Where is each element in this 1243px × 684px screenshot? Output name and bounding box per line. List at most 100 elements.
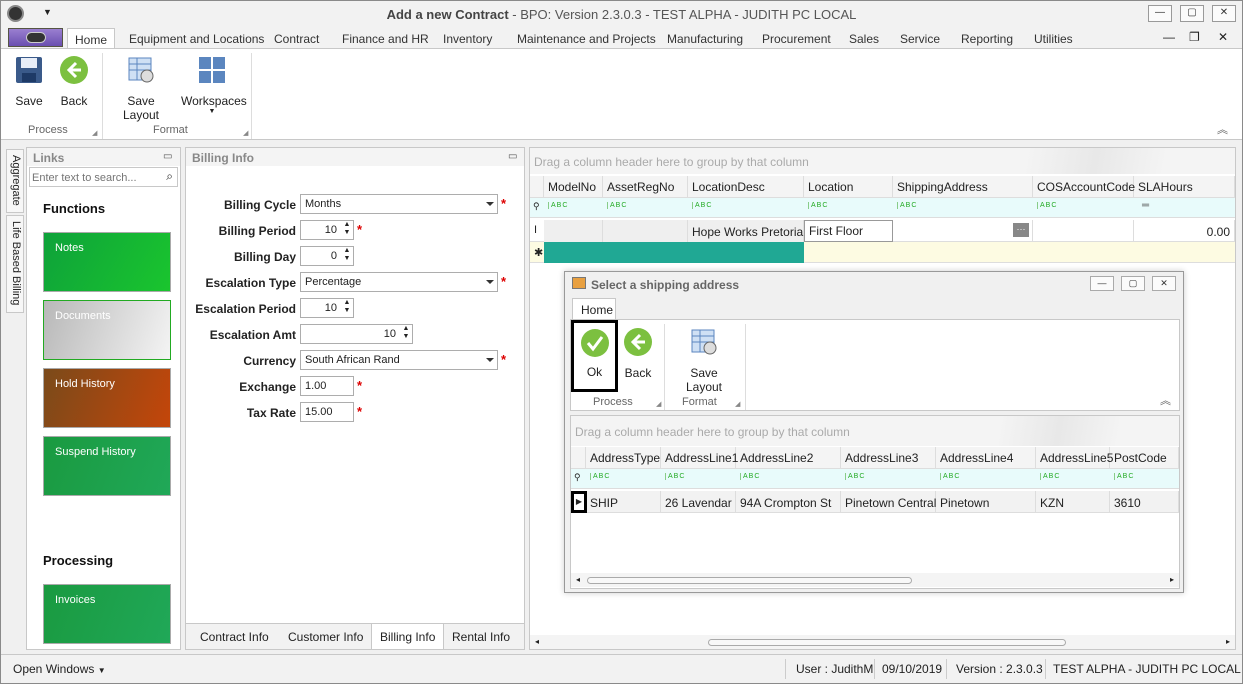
collapse-ribbon-icon[interactable]: ︽ bbox=[1217, 121, 1228, 137]
save-button[interactable]: Save bbox=[13, 55, 45, 108]
dialog-close-button[interactable]: ✕ bbox=[1152, 276, 1176, 291]
currency-select[interactable]: South African Rand bbox=[300, 350, 498, 370]
grid-cell[interactable]: Pinetown Central bbox=[841, 491, 936, 513]
tab-inventory[interactable]: Inventory bbox=[443, 32, 492, 46]
table-row[interactable]: I Hope Works Pretoria First Floor ··· 0.… bbox=[530, 220, 1235, 242]
invoices-tile[interactable]: Invoices bbox=[43, 584, 171, 644]
hold-history-tile[interactable]: Hold History bbox=[43, 368, 171, 428]
scroll-thumb[interactable] bbox=[587, 577, 912, 584]
dialog-minimize-button[interactable]: — bbox=[1090, 276, 1114, 291]
column-header[interactable]: AddressLine1 bbox=[661, 447, 738, 469]
grid-cell[interactable]: KZN bbox=[1036, 491, 1110, 513]
scroll-right-icon[interactable]: ▸ bbox=[1226, 637, 1230, 646]
column-header[interactable]: AssetRegNo bbox=[603, 176, 688, 198]
spinner-arrows-icon[interactable]: ▲ ▼ bbox=[341, 221, 353, 239]
dialog-horizontal-scrollbar[interactable]: ◂ ▸ bbox=[571, 573, 1179, 587]
billing-day-spinner[interactable]: 0 ▲ ▼ bbox=[300, 246, 354, 266]
tab-finance-and-hr[interactable]: Finance and HR bbox=[342, 32, 429, 46]
tab-home[interactable]: Home bbox=[67, 28, 116, 50]
grid-cell[interactable]: First Floor bbox=[804, 220, 893, 242]
dialog-group-panel[interactable]: Drag a column header here to group by th… bbox=[571, 416, 1179, 446]
aggregate-tab[interactable]: Aggregate bbox=[6, 149, 24, 213]
grid-cell[interactable]: 0.00 bbox=[1134, 220, 1235, 242]
tab-billing-info[interactable]: Billing Info bbox=[371, 624, 445, 650]
filter-abc-icon[interactable]: ABC bbox=[590, 473, 610, 480]
mdi-close-icon[interactable]: ✕ bbox=[1218, 30, 1228, 44]
dialog-back-button[interactable]: Back bbox=[622, 327, 654, 380]
pin-icon[interactable]: ▭ bbox=[163, 151, 172, 162]
escalation-type-select[interactable]: Percentage bbox=[300, 272, 498, 292]
app-menu-button[interactable] bbox=[8, 28, 63, 47]
filter-abc-icon[interactable]: ABC bbox=[548, 202, 568, 209]
dialog-launcher-icon[interactable]: ◢ bbox=[656, 400, 661, 408]
spinner-arrows-icon[interactable]: ▲ ▼ bbox=[341, 299, 353, 317]
workspaces-button[interactable]: Workspaces ▼ bbox=[181, 55, 247, 115]
filter-abc-icon[interactable]: ABC bbox=[1114, 473, 1134, 480]
dialog-tab-home[interactable]: Home bbox=[572, 298, 616, 320]
column-header[interactable]: SLAHours bbox=[1134, 176, 1235, 198]
tab-maintenance-and-projects[interactable]: Maintenance and Projects bbox=[517, 32, 656, 46]
maximize-button[interactable]: ▢ bbox=[1180, 5, 1204, 22]
save-layout-button[interactable]: Save Layout bbox=[108, 55, 174, 122]
documents-tile[interactable]: Documents bbox=[43, 300, 171, 360]
mdi-minimize-icon[interactable]: — bbox=[1163, 30, 1175, 44]
column-header[interactable]: AddressType bbox=[586, 447, 661, 469]
filter-abc-icon[interactable]: ABC bbox=[740, 473, 760, 480]
tab-equipment-and-locations[interactable]: Equipment and Locations bbox=[129, 32, 264, 46]
tab-reporting[interactable]: Reporting bbox=[961, 32, 1013, 46]
dialog-launcher-icon[interactable]: ◢ bbox=[243, 129, 248, 137]
billing-cycle-select[interactable]: Months bbox=[300, 194, 498, 214]
column-header[interactable]: AddressLine2 bbox=[736, 447, 841, 469]
exchange-input[interactable]: 1.00 bbox=[300, 376, 354, 396]
filter-abc-icon[interactable]: ABC bbox=[665, 473, 685, 480]
filter-abc-icon[interactable]: ABC bbox=[940, 473, 960, 480]
notes-tile[interactable]: Notes bbox=[43, 232, 171, 292]
new-item-row[interactable]: ✱ bbox=[530, 242, 1235, 263]
filter-abc-icon[interactable]: ABC bbox=[1037, 202, 1057, 209]
column-header[interactable]: ModelNo bbox=[544, 176, 603, 198]
column-header[interactable]: AddressLine4 bbox=[936, 447, 1036, 469]
escalation-period-spinner[interactable]: 10 ▲ ▼ bbox=[300, 298, 354, 318]
tab-service[interactable]: Service bbox=[900, 32, 940, 46]
filter-equals-icon[interactable]: ═ bbox=[1142, 200, 1149, 211]
spinner-arrows-icon[interactable]: ▲ ▼ bbox=[400, 325, 412, 343]
column-header[interactable]: AddressLine5 bbox=[1036, 447, 1113, 469]
tab-contract[interactable]: Contract bbox=[274, 32, 319, 46]
dialog-launcher-icon[interactable]: ◢ bbox=[735, 400, 740, 408]
collapse-ribbon-icon[interactable]: ︽ bbox=[1160, 392, 1171, 408]
filter-abc-icon[interactable]: ABC bbox=[845, 473, 865, 480]
column-header[interactable]: Location bbox=[804, 176, 893, 198]
horizontal-scrollbar[interactable]: ◂ ▸ bbox=[530, 635, 1235, 649]
filter-abc-icon[interactable]: ABC bbox=[1040, 473, 1060, 480]
tab-sales[interactable]: Sales bbox=[849, 32, 879, 46]
filter-abc-icon[interactable]: ABC bbox=[607, 202, 627, 209]
search-icon[interactable]: ⌕ bbox=[166, 169, 173, 184]
suspend-history-tile[interactable]: Suspend History bbox=[43, 436, 171, 496]
dialog-launcher-icon[interactable]: ◢ bbox=[92, 129, 97, 137]
column-header[interactable]: PostCode bbox=[1110, 447, 1179, 469]
column-header[interactable]: LocationDesc bbox=[688, 176, 804, 198]
ok-button[interactable]: Ok bbox=[571, 320, 618, 392]
close-button[interactable]: ✕ bbox=[1212, 5, 1236, 22]
column-header[interactable]: ShippingAddress bbox=[893, 176, 1033, 198]
pin-icon[interactable]: ▭ bbox=[508, 151, 517, 162]
grid-cell[interactable]: 94A Crompton St bbox=[736, 491, 841, 513]
filter-abc-icon[interactable]: ABC bbox=[897, 202, 917, 209]
filter-abc-icon[interactable]: ABC bbox=[692, 202, 712, 209]
tab-rental-info[interactable]: Rental Info bbox=[452, 630, 510, 644]
table-row[interactable]: ▶ SHIP 26 Lavendar 94A Crompton St Pinet… bbox=[571, 491, 1179, 513]
grid-cell[interactable]: 3610 bbox=[1110, 491, 1179, 513]
grid-cell[interactable]: SHIP bbox=[586, 491, 661, 513]
column-header[interactable]: COSAccountCode bbox=[1033, 176, 1135, 198]
tab-contract-info[interactable]: Contract Info bbox=[200, 630, 269, 644]
group-panel[interactable]: Drag a column header here to group by th… bbox=[530, 148, 1235, 174]
back-button[interactable]: Back bbox=[58, 55, 90, 108]
grid-cell[interactable]: ··· bbox=[893, 220, 1033, 242]
scroll-left-icon[interactable]: ◂ bbox=[535, 637, 539, 646]
tab-utilities[interactable]: Utilities bbox=[1034, 32, 1073, 46]
open-windows-menu[interactable]: Open Windows ▼ bbox=[13, 662, 106, 676]
links-search-input[interactable] bbox=[32, 170, 157, 185]
tab-customer-info[interactable]: Customer Info bbox=[288, 630, 363, 644]
tab-procurement[interactable]: Procurement bbox=[762, 32, 831, 46]
grid-cell[interactable]: Hope Works Pretoria bbox=[688, 220, 804, 242]
